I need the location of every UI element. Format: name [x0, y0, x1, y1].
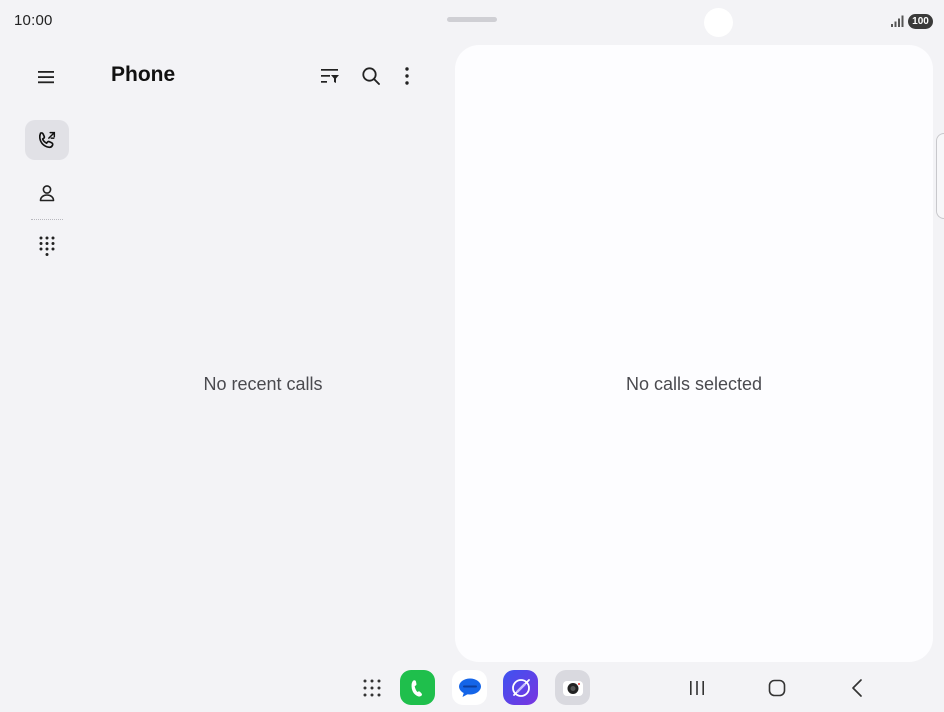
rail-item-keypad[interactable]	[25, 226, 69, 266]
filter-icon	[321, 69, 339, 83]
messages-app-icon	[458, 678, 481, 697]
rail-item-recents[interactable]	[25, 120, 69, 160]
app-drawer-button[interactable]	[354, 670, 389, 705]
front-camera-cutout	[704, 8, 733, 37]
more-options-button[interactable]	[393, 62, 421, 90]
recents-nav-icon	[690, 681, 704, 695]
edge-panel-handle[interactable]	[936, 133, 944, 219]
filter-button[interactable]	[316, 62, 344, 90]
phone-app-button[interactable]	[400, 670, 435, 705]
battery-indicator: 100	[908, 14, 933, 29]
search-button[interactable]	[357, 62, 385, 90]
back-nav-button[interactable]	[840, 676, 874, 700]
keypad-icon	[39, 236, 55, 256]
back-nav-icon	[852, 679, 862, 697]
calls-empty-message: No recent calls	[203, 374, 323, 394]
contacts-icon	[39, 185, 55, 202]
messages-app-button[interactable]	[452, 670, 487, 705]
home-nav-button[interactable]	[760, 676, 794, 700]
status-time: 10:00	[14, 12, 53, 29]
internet-app-button[interactable]	[503, 670, 538, 705]
recents-call-icon	[38, 131, 56, 149]
phone-app-icon	[411, 679, 422, 697]
rail-divider	[31, 219, 63, 220]
home-nav-icon	[768, 679, 786, 697]
internet-app-icon	[511, 678, 530, 697]
camera-app-button[interactable]	[555, 670, 590, 705]
call-detail-panel: No calls selected	[455, 45, 933, 662]
more-options-icon	[405, 67, 409, 85]
signal-icon	[890, 14, 904, 33]
app-drawer-icon	[363, 679, 380, 696]
detail-empty-message: No calls selected	[625, 374, 763, 394]
menu-icon	[38, 71, 54, 84]
page-title: Phone	[111, 63, 176, 86]
menu-button[interactable]	[32, 63, 60, 91]
rail-item-contacts[interactable]	[25, 173, 69, 213]
search-icon	[362, 67, 380, 85]
recents-nav-button[interactable]	[680, 676, 714, 700]
multi-window-handle[interactable]	[447, 17, 497, 22]
camera-app-icon	[562, 680, 583, 696]
